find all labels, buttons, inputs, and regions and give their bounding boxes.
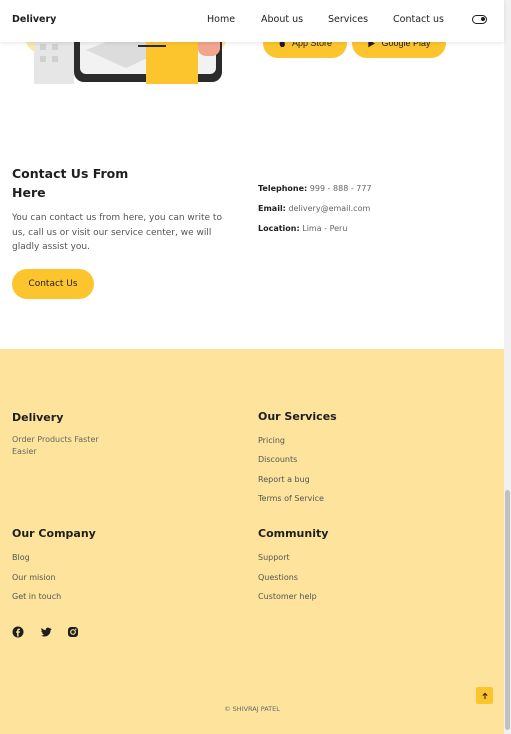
site-header: Delivery Home About us Services Contact …: [0, 0, 504, 42]
instagram-icon[interactable]: [67, 626, 79, 638]
footer-company-title: Our Company: [12, 527, 96, 540]
facebook-icon[interactable]: [12, 626, 24, 638]
telephone-info: Telephone: 999 - 888 - 777: [258, 184, 372, 193]
footer-brand-title[interactable]: Delivery: [12, 411, 63, 424]
footer-link-report-bug[interactable]: Report a bug: [258, 475, 310, 484]
theme-toggle-icon[interactable]: [472, 15, 487, 24]
footer-link-blog[interactable]: Blog: [12, 553, 30, 562]
email-value: delivery@email.com: [288, 204, 371, 213]
copyright: © SHIVRAJ PATEL: [224, 705, 280, 713]
footer-link-questions[interactable]: Questions: [258, 573, 298, 582]
nav-services[interactable]: Services: [328, 14, 368, 25]
contact-us-button[interactable]: Contact Us: [12, 269, 94, 299]
scroll-top-button[interactable]: [476, 687, 493, 704]
contact-description: You can contact us from here, you can wr…: [12, 213, 222, 253]
nav-contact[interactable]: Contact us: [393, 14, 444, 25]
footer-link-pricing[interactable]: Pricing: [258, 436, 285, 445]
contact-title: Contact Us From Here: [12, 166, 129, 200]
footer: [0, 349, 504, 734]
scrollbar-thumb[interactable]: [505, 490, 510, 730]
footer-community-title: Community: [258, 527, 329, 540]
telephone-label: Telephone:: [258, 184, 308, 193]
footer-link-mision[interactable]: Our mision: [12, 573, 56, 582]
email-info: Email: delivery@email.com: [258, 204, 370, 213]
location-info: Location: Lima - Peru: [258, 224, 347, 233]
arrow-up-icon: [481, 692, 488, 699]
footer-link-terms[interactable]: Terms of Service: [258, 494, 324, 503]
footer-brand-text: Order Products Faster Easier: [12, 435, 99, 456]
footer-link-get-in-touch[interactable]: Get in touch: [12, 592, 61, 601]
location-value: Lima - Peru: [302, 224, 348, 233]
footer-link-support[interactable]: Support: [258, 553, 290, 562]
scrollbar[interactable]: [504, 0, 511, 734]
footer-services-title: Our Services: [258, 410, 337, 423]
nav-home[interactable]: Home: [207, 14, 235, 25]
telephone-value: 999 - 888 - 777: [309, 184, 372, 193]
twitter-icon[interactable]: [40, 626, 52, 638]
logo[interactable]: Delivery: [12, 14, 56, 25]
nav-about[interactable]: About us: [261, 14, 303, 25]
footer-link-customer-help[interactable]: Customer help: [258, 592, 317, 601]
location-label: Location:: [258, 224, 300, 233]
footer-link-discounts[interactable]: Discounts: [258, 455, 297, 464]
email-label: Email:: [258, 204, 286, 213]
